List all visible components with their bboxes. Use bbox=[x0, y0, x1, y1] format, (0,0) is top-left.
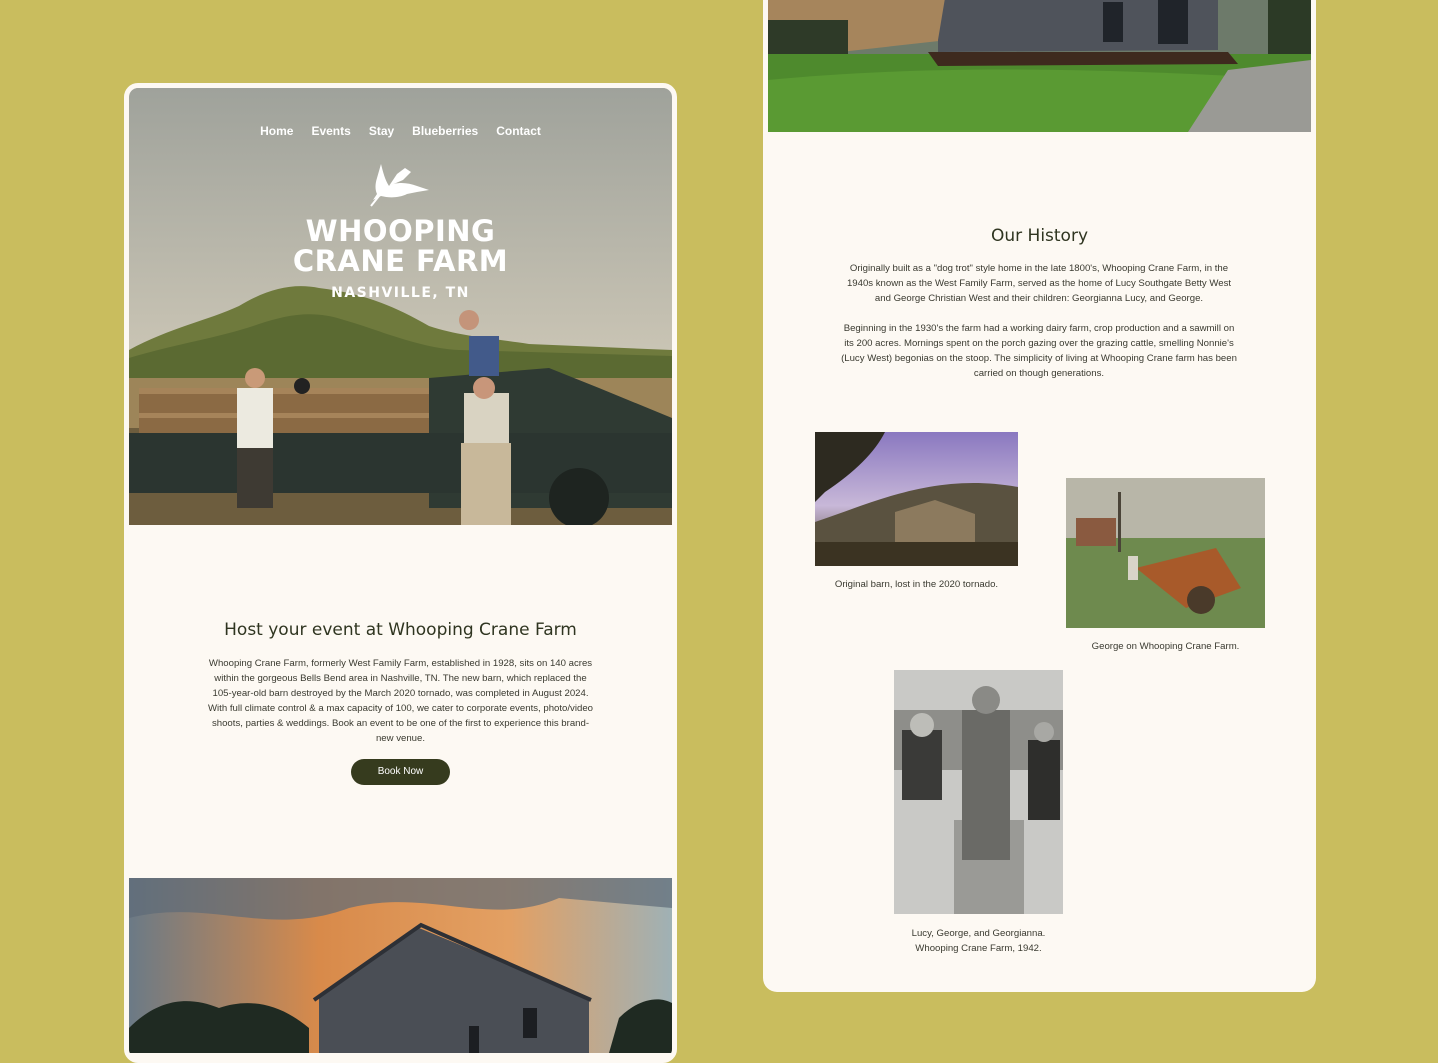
family-caption-line-1: Lucy, George, and Georgianna. bbox=[911, 928, 1046, 939]
logo-line-1: WHOOPING bbox=[305, 214, 496, 248]
host-heading: Host your event at Whooping Crane Farm bbox=[224, 620, 577, 640]
nav-stay[interactable]: Stay bbox=[369, 124, 394, 138]
host-description: Whooping Crane Farm, formerly West Famil… bbox=[207, 658, 593, 744]
homepage-preview: Home Events Stay Blueberries Contact WHOOPIN… bbox=[124, 83, 677, 1063]
history-heading: Our History bbox=[990, 226, 1089, 246]
family-caption: Lucy, George, and Georgianna. Whooping C… bbox=[894, 926, 1063, 956]
main-nav: Home Events Stay Blueberries Contact bbox=[129, 124, 672, 138]
history-preview: Our History Originally built as a "dog t… bbox=[763, 0, 1316, 992]
logo-wordmark: WHOOPING CRANE FARM bbox=[129, 216, 672, 276]
george-caption: George on Whooping Crane Farm. bbox=[1091, 641, 1240, 652]
nav-home[interactable]: Home bbox=[260, 124, 293, 138]
george-tractor-photo bbox=[1066, 478, 1265, 628]
crane-logo-icon bbox=[370, 164, 429, 207]
history-paragraph-2: Beginning in the 1930's the farm had a w… bbox=[841, 323, 1237, 379]
original-barn-photo bbox=[815, 432, 1018, 566]
nav-contact[interactable]: Contact bbox=[496, 124, 541, 138]
barn-caption: Original barn, lost in the 2020 tornado. bbox=[834, 579, 999, 590]
logo-location: NASHVILLE, TN bbox=[331, 285, 470, 301]
hero-section: Home Events Stay Blueberries Contact WHOOPIN… bbox=[129, 88, 672, 525]
hero-photo bbox=[129, 88, 672, 525]
new-barn-photo bbox=[129, 878, 672, 1053]
history-paragraph-1: Originally built as a "dog trot" style h… bbox=[846, 263, 1232, 304]
book-now-button[interactable]: Book Now bbox=[351, 759, 450, 785]
barn-lawn-photo bbox=[768, 0, 1311, 132]
nav-events[interactable]: Events bbox=[311, 124, 350, 138]
family-caption-line-2: Whooping Crane Farm, 1942. bbox=[915, 943, 1042, 954]
logo-line-2: CRANE FARM bbox=[292, 244, 509, 278]
nav-blueberries[interactable]: Blueberries bbox=[412, 124, 478, 138]
family-1942-photo bbox=[894, 670, 1063, 914]
